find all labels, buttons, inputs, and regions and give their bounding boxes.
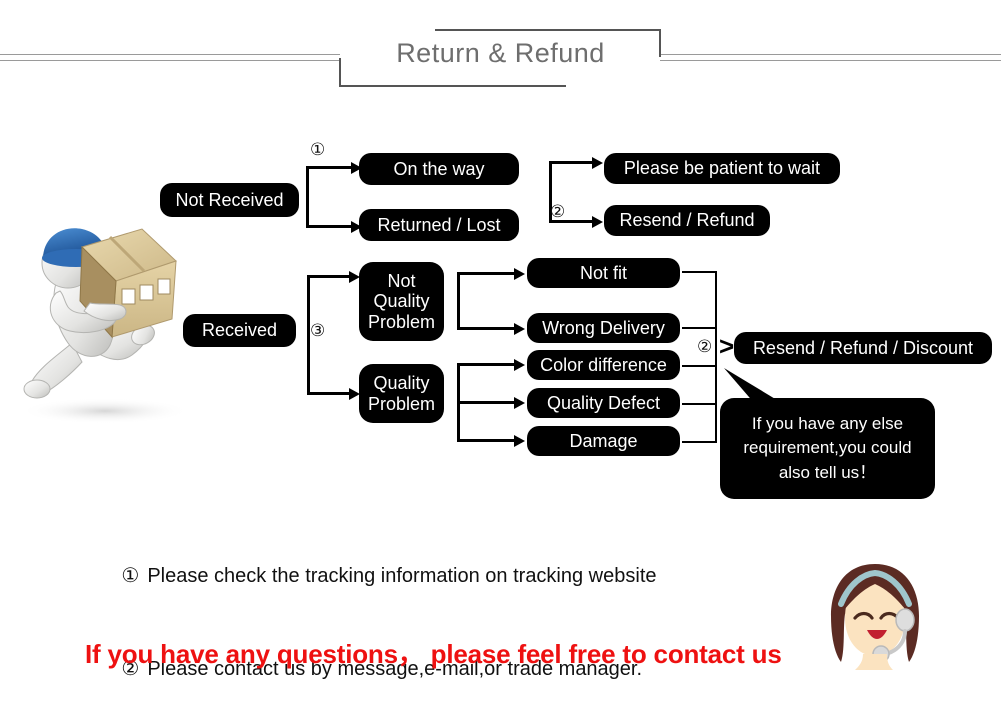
chevron-right-icon: >: [719, 331, 735, 361]
flow-box-not-received[interactable]: Not Received: [160, 183, 299, 217]
customer-service-agent-icon: [831, 564, 919, 670]
connector-fan-arm-color-difference: [457, 363, 517, 366]
connector-merge-arm-damage: [682, 441, 716, 443]
arrow-to-please-wait: [592, 157, 603, 169]
page-root: Return & Refund Not Received ① On the wa…: [0, 0, 1001, 707]
marker-one-top: ①: [310, 140, 326, 159]
flow-box-wrong-delivery[interactable]: Wrong Delivery: [527, 313, 680, 343]
connector-branch-arm-returned: [306, 225, 354, 228]
connector-merge-trunk: [715, 271, 717, 443]
flow-box-quality-defect[interactable]: Quality Defect: [527, 388, 680, 418]
flow-box-resend-refund[interactable]: Resend / Refund: [604, 205, 770, 236]
connector-merge-arm-quality-defect: [682, 403, 716, 405]
header-frame-top: [435, 29, 661, 31]
arrow-to-not-fit: [514, 268, 525, 280]
note-item-1: ① Please check the tracking information o…: [88, 530, 788, 623]
flow-box-resend-refund-discount[interactable]: Resend / Refund / Discount: [734, 332, 992, 364]
flow-box-quality-problem[interactable]: Quality Problem: [359, 364, 444, 423]
arrow-to-resend-refund: [592, 216, 603, 228]
flow-box-on-the-way[interactable]: On the way: [359, 153, 519, 185]
connector-fan-arm-wrong-delivery: [457, 327, 517, 330]
contact-us-banner: If you have any questions， please feel f…: [85, 639, 782, 669]
note-text-1: Please check the tracking information on…: [147, 565, 657, 587]
connector-arm-not-quality: [307, 275, 352, 278]
flow-box-returned-lost[interactable]: Returned / Lost: [359, 209, 519, 241]
flow-box-damage[interactable]: Damage: [527, 426, 680, 456]
notes-list: ① Please check the tracking information o…: [88, 530, 788, 707]
marker-two-upper: ②: [550, 202, 566, 221]
arrow-to-color-difference: [514, 359, 525, 371]
page-title: Return & Refund: [396, 38, 605, 68]
connector-branch-arm-ontheway: [306, 166, 354, 169]
marker-two-right: ②: [697, 337, 713, 356]
connector-arm-quality: [307, 392, 352, 395]
running-courier-icon: [20, 228, 190, 424]
arrow-to-wrong-delivery: [514, 323, 525, 335]
flow-box-not-fit[interactable]: Not fit: [527, 258, 680, 288]
flow-box-please-be-patient[interactable]: Please be patient to wait: [604, 153, 840, 184]
note-number-1: ①: [121, 565, 140, 587]
connector-fan-arm-not-fit: [457, 272, 517, 275]
arrow-to-damage: [514, 435, 525, 447]
connector-merge-arm-color-difference: [682, 365, 716, 367]
flow-box-not-quality-problem[interactable]: Not Quality Problem: [359, 262, 444, 341]
connector-fan-arm-damage: [457, 439, 517, 442]
connector-fan-trunk-not-quality: [457, 272, 460, 330]
connector-branch-trunk-top: [306, 166, 309, 228]
connector-arm-please-wait: [549, 161, 595, 164]
flow-box-received[interactable]: Received: [183, 314, 296, 347]
speech-bubble: If you have any else requirement,you cou…: [720, 398, 935, 499]
arrow-to-quality-defect: [514, 397, 525, 409]
connector-fan-arm-quality-defect: [457, 401, 517, 404]
connector-merge-arm-not-fit: [682, 271, 716, 273]
marker-three-mid: ③: [310, 321, 326, 340]
header-frame-bottom: [339, 85, 566, 87]
connector-merge-arm-wrong-delivery: [682, 327, 716, 329]
flow-box-color-difference[interactable]: Color difference: [527, 350, 680, 380]
